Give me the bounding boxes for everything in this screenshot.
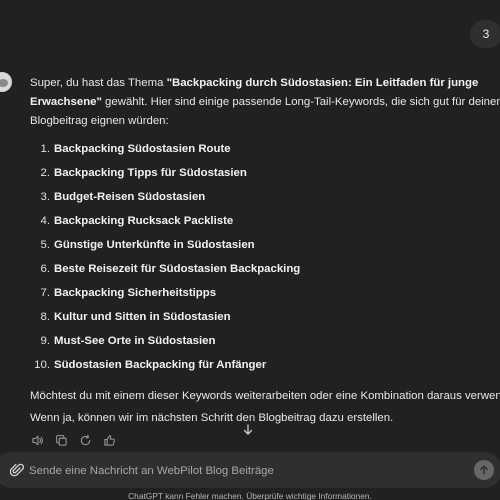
keyword-list: 1. Backpacking Südostasien Route 2. Backpa… [30,137,500,377]
disclaimer-text: ChatGPT kann Fehler machen. Überprüfe wi… [128,491,372,500]
intro-line: Erwachsene" gewählt. Hier sind einige pa… [30,96,500,108]
scroll-down-arrow-icon[interactable] [239,421,257,439]
keyword-item: 8. Kultur und Sitten in Südostasien [40,311,231,323]
keyword-item: 5. Günstige Unterkünfte in Südostasien [40,239,255,251]
assistant-message: Super, du hast das Thema "Backpacking du… [30,74,500,429]
regenerate-icon[interactable] [78,433,92,447]
feedback-icon[interactable] [102,433,116,447]
keyword-item: 1. Backpacking Südostasien Route [40,143,231,155]
intro-line: Super, du hast das Thema "Backpacking du… [30,77,479,89]
chat-page: 3 Super, du hast das Thema "Backpacking … [0,0,500,500]
message-composer [0,452,500,488]
keyword-item: 3. Budget-Reisen Südostasien [40,191,206,203]
keyword-item: 2. Backpacking Tipps für Südostasien [40,167,247,179]
outro-text: Möchtest du mit einem dieser Keywords we… [30,385,500,429]
copy-icon[interactable] [54,433,68,447]
intro-line: Blogbeitrag eignen würden: [30,115,169,127]
message-actions [30,433,116,447]
outro-line: Möchtest du mit einem dieser Keywords we… [30,390,500,402]
send-button[interactable] [474,460,494,480]
keyword-item: 6. Beste Reisezeit für Südostasien Backpa… [40,263,301,275]
speaker-icon[interactable] [30,433,44,447]
count-badge[interactable]: 3 [470,20,500,48]
arrow-up-icon [480,465,488,475]
message-input[interactable] [27,460,441,482]
keyword-item: 4. Backpacking Rucksack Packliste [40,215,234,227]
keyword-item: 9. Must-See Orte in Südostasien [40,335,216,347]
assistant-avatar [0,72,12,92]
keyword-item: 7. Backpacking Sicherheitstipps [40,287,217,299]
paperclip-icon[interactable] [9,462,25,478]
keyword-item: 10. Südostasien Backpacking für Anfänger [34,359,267,371]
outro-line: Wenn ja, können wir im nächsten Schritt … [30,412,394,424]
